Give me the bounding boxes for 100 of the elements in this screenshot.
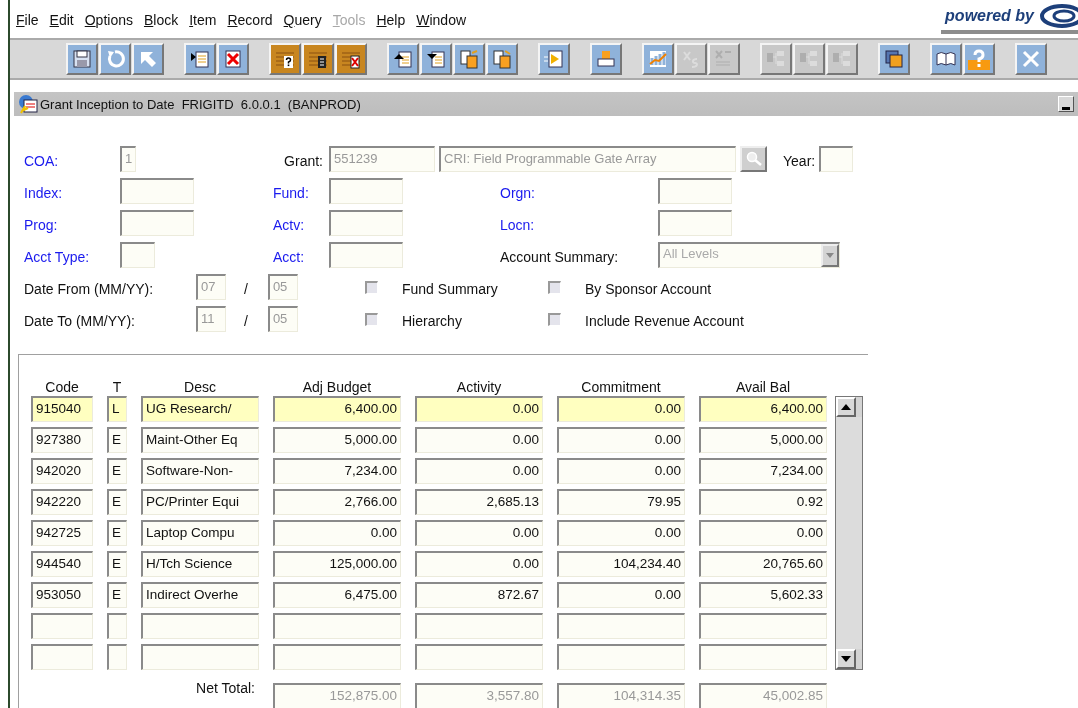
stacked-windows-icon [883,48,905,70]
close-icon [1020,48,1042,70]
empty-cell [31,644,93,670]
scrollbar[interactable] [835,396,863,670]
field-label: Locn: [500,216,535,233]
scroll-up-button[interactable] [836,397,856,417]
table-cell: E [107,551,127,577]
toolbar-button[interactable] [335,43,367,75]
menu-item[interactable]: Options [84,12,133,28]
field-label: Fund: [273,184,309,201]
menu-item[interactable]: Query [283,12,322,28]
input-field[interactable] [120,210,194,236]
window-title: Grant Inception to Date FRIGITD 6.0.0.1 (BANPROD) [40,96,361,112]
field-label: Date To (MM/YY): [24,312,136,329]
menu-item[interactable]: Item [189,12,217,28]
total-cell: 104,314.35 [557,683,685,708]
table-cell: 0.00 [273,520,401,546]
table-cell: 872.67 [415,582,543,608]
menu-item[interactable]: Record [227,12,273,28]
field-label: Year: [783,152,816,169]
table-cell: 5,602.33 [699,582,827,608]
pages-arrow-icon [458,48,480,70]
down-arrow-icon [841,656,851,662]
field-label: Account Summary: [500,248,619,265]
table-cell: 0.00 [415,520,543,546]
table-cell: 0.00 [557,520,685,546]
menu-item[interactable]: Help [376,12,406,28]
table-cell: 927380 [31,427,93,453]
toolbar-button[interactable] [302,43,334,75]
table-cell: 953050 [31,582,93,608]
total-cell: 152,875.00 [273,683,401,708]
input-field[interactable] [120,242,155,268]
table-cell: 7,234.00 [273,458,401,484]
table-cell: 6,400.00 [699,396,827,422]
search-button[interactable] [740,146,767,172]
total-cell: 45,002.85 [699,683,827,708]
minimize-button[interactable] [1058,96,1074,112]
input-field[interactable] [819,146,854,172]
field-label: Acct: [273,248,305,265]
toolbar-button[interactable] [420,43,452,75]
table-cell: 0.00 [557,396,685,422]
input-field[interactable] [329,210,403,236]
input-field[interactable] [120,178,194,204]
menu-item[interactable]: Edit [49,12,74,28]
logo-text: powered by [945,7,1034,25]
column-header: Adj Budget [301,379,373,395]
toolbar-button[interactable] [184,43,216,75]
menu-item[interactable]: Block [143,12,179,28]
checkbox[interactable] [365,312,378,326]
toolbar-button[interactable] [387,43,419,75]
form-window-icon [18,94,38,114]
table-cell: 942220 [31,489,93,515]
column-header: Desc [183,379,217,395]
toolbar-button[interactable] [878,43,910,75]
input-field[interactable] [329,242,403,268]
menu-item[interactable]: File [16,12,39,28]
date-separator: / [244,312,248,329]
table-cell: 944540 [31,551,93,577]
list-arrow-icon [189,48,211,70]
table-cell: 5,000.00 [273,427,401,453]
scroll-down-button[interactable] [836,649,856,669]
field-label: COA: [24,152,59,169]
table-cell: 2,685.13 [415,489,543,515]
checkbox-label: By Sponsor Account [585,280,712,297]
checkbox[interactable] [548,280,561,294]
table-cell: 0.00 [557,582,685,608]
total-label: Net Total: [196,679,256,698]
table-cell: E [107,427,127,453]
table-cell: 0.00 [557,427,685,453]
pages-arrow-icon [491,48,513,70]
table-cell: E [107,520,127,546]
column-header: Code [44,379,80,395]
minimize-icon [1062,107,1070,111]
table-cell: 6,400.00 [273,396,401,422]
table-cell: 20,765.60 [699,551,827,577]
table-cell: 2,766.00 [273,489,401,515]
field-label: Acct Type: [24,248,90,265]
table-cell: 6,475.00 [273,582,401,608]
list-down-arrow-icon [425,48,447,70]
field-label: Prog: [24,216,58,233]
table-cell: Maint-Other Eq [141,427,259,453]
table-cell: 915040 [31,396,93,422]
table-cell: Laptop Compu [141,520,259,546]
table-cell: 942020 [31,458,93,484]
input-field[interactable] [329,178,403,204]
input-field[interactable] [658,178,732,204]
field-label: Actv: [273,216,305,233]
field-label: Index: [24,184,63,201]
menu-item[interactable]: Window [416,12,467,28]
table-cell: E [107,582,127,608]
toolbar-button[interactable] [930,43,962,75]
checkbox[interactable] [548,312,561,326]
total-cell: 3,557.80 [415,683,543,708]
column-header: T [111,379,123,395]
table-cell: 0.00 [415,458,543,484]
table-cell: 0.92 [699,489,827,515]
checkbox[interactable] [365,280,378,294]
document-play-icon [543,48,565,70]
field-label: Orgn: [500,184,535,201]
input-field[interactable] [658,210,732,236]
